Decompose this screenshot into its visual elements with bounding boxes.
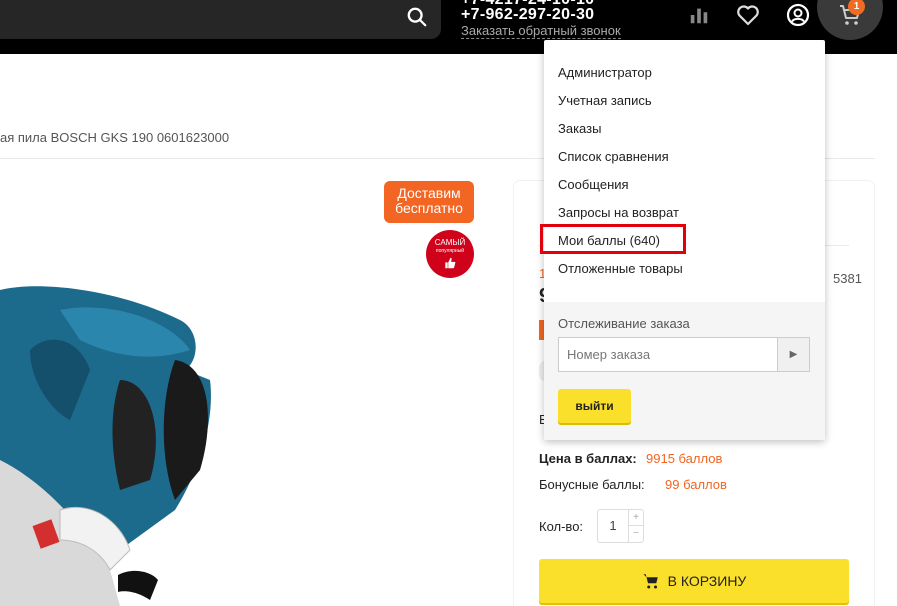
track-order-button[interactable]: ▶: [777, 337, 810, 372]
bonus-points-value: 99 баллов: [665, 477, 727, 492]
quantity-value[interactable]: 1: [598, 510, 628, 542]
popular-line1: САМЫЙ: [434, 238, 466, 247]
logout-button[interactable]: выйти: [558, 389, 631, 423]
popular-badge: САМЫЙ популярный: [426, 230, 474, 278]
account-menu-item[interactable]: Список сравнения: [558, 149, 669, 164]
thumbs-up-icon: [445, 257, 456, 269]
account-menu-item[interactable]: Администратор: [558, 65, 652, 80]
user-icon[interactable]: [785, 2, 811, 28]
product-code: 5381: [833, 271, 862, 286]
delivery-line1: Доставим: [397, 185, 461, 201]
chart-icon[interactable]: [686, 2, 712, 28]
popular-line2: популярный: [435, 248, 465, 254]
quantity-increase-button[interactable]: +: [628, 510, 643, 526]
delivery-line2: бесплатно: [395, 200, 463, 216]
points-price-value: 9915 баллов: [646, 451, 723, 466]
bonus-points-label: Бонусные баллы:: [539, 477, 645, 492]
product-image: [0, 286, 211, 606]
phone-secondary[interactable]: +7-962-297-20-30: [461, 6, 594, 24]
points-price-label: Цена в баллах:: [539, 451, 637, 466]
quantity-decrease-button[interactable]: −: [628, 526, 643, 542]
heart-icon[interactable]: [735, 2, 761, 28]
account-menu-item[interactable]: Сообщения: [558, 177, 629, 192]
highlight-box: [540, 224, 686, 254]
search-input[interactable]: [0, 0, 441, 39]
account-menu-item[interactable]: Запросы на возврат: [558, 205, 679, 220]
quantity-stepper[interactable]: 1 + −: [597, 509, 644, 543]
quantity-label: Кол-во:: [539, 519, 584, 534]
add-to-cart-button[interactable]: В КОРЗИНУ: [539, 559, 849, 603]
cart-icon: [643, 574, 658, 589]
account-menu-item[interactable]: Учетная запись: [558, 93, 652, 108]
free-delivery-badge: Доставим бесплатно: [384, 181, 474, 223]
order-number-input[interactable]: [558, 337, 778, 372]
add-to-cart-label: В КОРЗИНУ: [667, 573, 747, 589]
callback-link[interactable]: Заказать обратный звонок: [461, 24, 621, 39]
search-icon[interactable]: [402, 2, 432, 32]
account-menu-item[interactable]: Отложенные товары: [558, 261, 683, 276]
order-tracking-label: Отслеживание заказа: [558, 316, 690, 331]
breadcrumb: ая пила BOSCH GKS 190 0601623000: [0, 130, 230, 145]
account-menu-item[interactable]: Заказы: [558, 121, 601, 136]
